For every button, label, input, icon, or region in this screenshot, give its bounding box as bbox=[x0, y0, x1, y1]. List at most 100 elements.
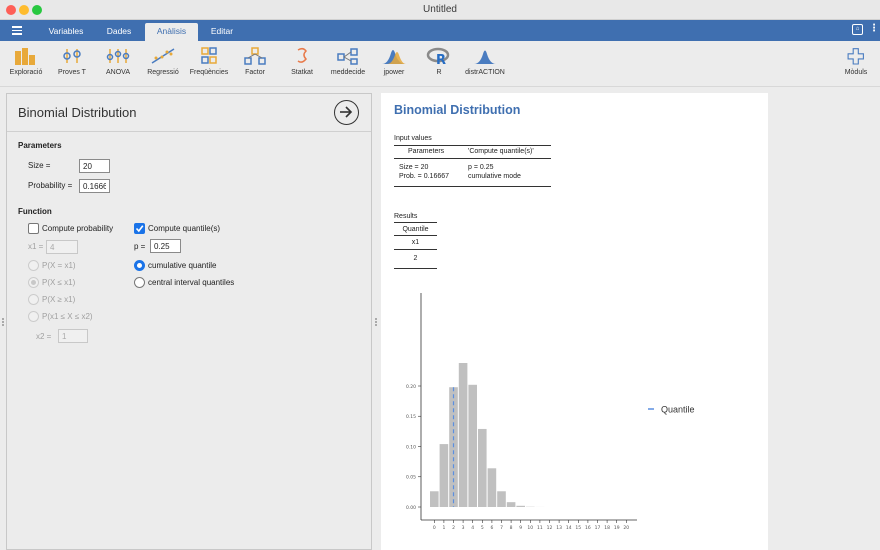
central-interval-radio[interactable] bbox=[134, 277, 145, 288]
ribbon-label: Statkat bbox=[291, 69, 313, 76]
frequencies-icon bbox=[201, 47, 217, 64]
ribbon-regressio-button[interactable]: Regressió bbox=[143, 47, 183, 87]
bar bbox=[506, 502, 516, 507]
ribbon-distraction-button[interactable]: distrACTION bbox=[462, 47, 508, 87]
x-tick-label: 7 bbox=[500, 525, 503, 531]
input-table-header: Parameters bbox=[408, 148, 445, 155]
tab-editar[interactable]: Editar bbox=[202, 23, 242, 41]
compute-probability-checkbox[interactable] bbox=[28, 223, 39, 234]
run-analysis-button[interactable] bbox=[334, 100, 359, 125]
x-tick-label: 12 bbox=[547, 525, 553, 531]
x-tick-label: 10 bbox=[527, 525, 533, 531]
ribbon-jpower-button[interactable]: jpower bbox=[376, 47, 412, 87]
input-table-cell: cumulative mode bbox=[468, 173, 521, 180]
arrow-right-icon bbox=[340, 106, 353, 118]
x1-label: x1 = bbox=[28, 242, 44, 251]
tab-analisis[interactable]: Anàlisis bbox=[145, 23, 198, 41]
bar bbox=[487, 468, 497, 507]
svg-text:R: R bbox=[436, 53, 446, 65]
input-table-header: 'Compute quantile(s)' bbox=[468, 148, 534, 155]
checkmark-icon bbox=[135, 225, 144, 233]
input-table-cell: Prob. = 0.16667 bbox=[399, 173, 450, 180]
results-table-caption: Results bbox=[394, 213, 418, 220]
quantile-option-label: central interval quantiles bbox=[148, 278, 235, 287]
more-options-icon[interactable]: ⋮ bbox=[869, 23, 879, 34]
x-tick-label: 15 bbox=[575, 525, 581, 531]
ribbon-label: jpower bbox=[383, 69, 405, 76]
ribbon-factor-button[interactable]: Factor bbox=[237, 47, 273, 87]
probability-input[interactable] bbox=[79, 179, 110, 193]
x-tick-label: 6 bbox=[490, 525, 493, 531]
tab-dades[interactable]: Dades bbox=[96, 23, 142, 41]
bar-chart-icon bbox=[15, 48, 35, 65]
x-tick-label: 14 bbox=[566, 525, 572, 531]
ribbon-label: Exploració bbox=[9, 69, 43, 76]
title-bar: Untitled bbox=[0, 0, 880, 20]
prob-option-label: P(X = x1) bbox=[42, 261, 76, 270]
statkat-icon bbox=[297, 47, 308, 63]
x-tick-label: 13 bbox=[556, 525, 562, 531]
window-title: Untitled bbox=[423, 4, 457, 15]
x-tick-label: 17 bbox=[595, 525, 601, 531]
results-table-header: Quantile bbox=[402, 226, 429, 233]
center-splitter-handle[interactable] bbox=[375, 318, 377, 326]
jpower-icon bbox=[382, 50, 406, 64]
cumulative-quantile-radio[interactable] bbox=[134, 260, 145, 271]
x-tick-label: 20 bbox=[623, 525, 629, 531]
x1-input[interactable] bbox=[46, 240, 78, 254]
hamburger-menu-icon[interactable] bbox=[12, 26, 22, 35]
r-logo-icon: R bbox=[426, 47, 450, 65]
x-tick-label: 8 bbox=[510, 525, 513, 531]
distribution-curve-icon bbox=[474, 50, 496, 64]
left-splitter-handle[interactable] bbox=[2, 318, 4, 326]
y-tick-label: 0.15 bbox=[406, 414, 416, 420]
ribbon-label: Regressió bbox=[147, 69, 179, 76]
compute-quantiles-checkbox[interactable] bbox=[134, 223, 145, 234]
prob-geq-radio[interactable] bbox=[28, 294, 39, 305]
menu-bar: Variables Dades Anàlisis Editar ⌂ ⋮ bbox=[0, 20, 880, 41]
compute-quantiles-label: Compute quantile(s) bbox=[148, 224, 221, 233]
size-input[interactable] bbox=[79, 159, 110, 173]
tab-variables[interactable]: Variables bbox=[40, 23, 92, 41]
ribbon-label: meddecide bbox=[330, 69, 366, 76]
ribbon-statkat-button[interactable]: Statkat bbox=[284, 47, 320, 87]
mode-toggle-icon[interactable]: ⌂ bbox=[852, 24, 863, 35]
ribbon-proves-t-button[interactable]: Proves T bbox=[52, 47, 92, 87]
ribbon-modules-button[interactable]: Mòduls bbox=[838, 47, 874, 87]
bar bbox=[497, 491, 506, 507]
prob-equal-radio[interactable] bbox=[28, 260, 39, 271]
size-label: Size = bbox=[28, 161, 51, 170]
prob-option-label: P(X ≥ x1) bbox=[42, 295, 76, 304]
x-tick-label: 18 bbox=[604, 525, 610, 531]
ribbon-exploracio-button[interactable]: Exploració bbox=[4, 47, 48, 87]
parameters-heading: Parameters bbox=[18, 141, 62, 150]
prob-between-radio[interactable] bbox=[28, 311, 39, 322]
options-header: Binomial Distribution bbox=[7, 94, 371, 132]
p-input[interactable] bbox=[150, 239, 181, 253]
options-title: Binomial Distribution bbox=[18, 105, 137, 120]
results-table-subheader: x1 bbox=[411, 239, 420, 246]
ribbon-meddecide-button[interactable]: meddecide bbox=[326, 47, 370, 87]
ribbon-label: Factor bbox=[245, 69, 265, 76]
ttest-icon bbox=[63, 49, 81, 63]
x2-input[interactable] bbox=[58, 329, 88, 343]
ribbon-r-button[interactable]: R R bbox=[422, 47, 456, 87]
p-label: p = bbox=[134, 242, 146, 251]
x-tick-label: 1 bbox=[442, 525, 445, 531]
prob-leq-radio[interactable] bbox=[28, 277, 39, 288]
results-title: Binomial Distribution bbox=[394, 103, 521, 117]
ribbon-anova-button[interactable]: ANOVA bbox=[98, 47, 138, 87]
x-tick-label: 3 bbox=[462, 525, 465, 531]
ribbon-frequencies-button[interactable]: Freqüències bbox=[186, 47, 232, 87]
ribbon-label: Freqüències bbox=[189, 69, 229, 76]
ribbon-label: distrACTION bbox=[465, 69, 505, 76]
input-table-cell: p = 0.25 bbox=[468, 164, 494, 171]
input-table-cell: Size = 20 bbox=[399, 164, 429, 171]
results-table-cell: 2 bbox=[413, 255, 418, 262]
bar bbox=[468, 384, 477, 507]
y-tick-label: 0.20 bbox=[406, 384, 416, 390]
x-tick-label: 19 bbox=[614, 525, 620, 531]
x-tick-label: 4 bbox=[471, 525, 474, 531]
x-tick-label: 9 bbox=[519, 525, 522, 531]
binomial-distribution-chart: 0.000.050.100.150.200 1 2 3 4 5 6 7 8 9 10 11 12 13 14… bbox=[406, 293, 695, 531]
